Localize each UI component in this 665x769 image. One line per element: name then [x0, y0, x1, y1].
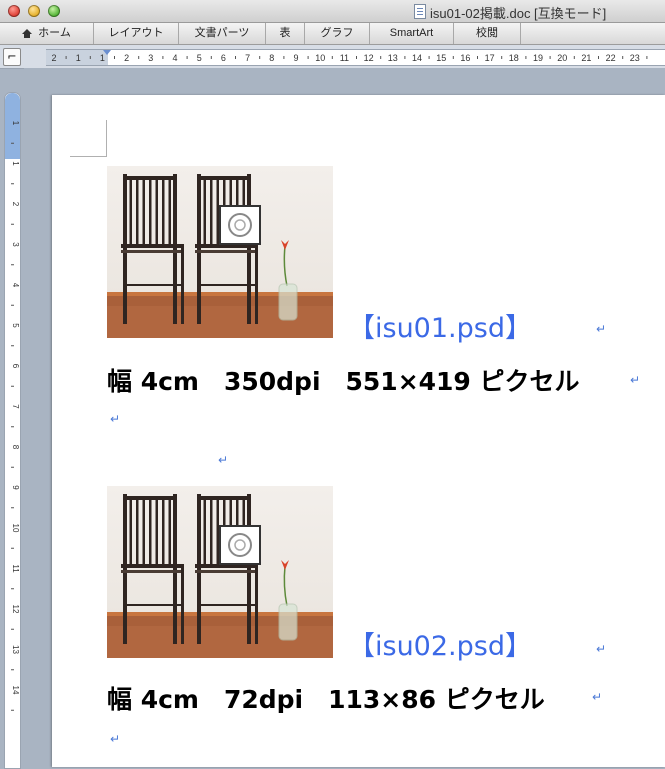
image-info-line: 幅 4cm 350dpi 551×419 ピクセル — [107, 367, 580, 396]
ruler-label: 1 — [100, 53, 105, 63]
ruler-label: 13 — [11, 645, 20, 654]
ruler-label: 12 — [364, 53, 374, 63]
tab-charts[interactable]: グラフ — [305, 23, 370, 44]
paragraph-mark: ↵ — [110, 732, 121, 746]
tab-smartart[interactable]: SmartArt — [370, 23, 454, 44]
vertical-ruler-ticks: 11234567891011121314 — [11, 121, 20, 711]
ruler-label: 21 — [581, 53, 591, 63]
home-icon — [22, 29, 33, 38]
ruler-label: 1 — [11, 161, 20, 166]
horizontal-ruler[interactable]: 2 1 1 2 3 4 5 6 7 8 9 10 11 12 13 14 15 16 17 18 19 20 21 22 23 — [46, 49, 665, 66]
tab-layout[interactable]: レイアウト — [94, 23, 179, 44]
ruler-label: 10 — [11, 524, 20, 533]
document-icon — [414, 4, 426, 19]
ruler-label: 5 — [11, 323, 20, 328]
tab-review-label: 校閲 — [476, 27, 498, 39]
caption-isu01: 【isu01.psd】 — [348, 313, 532, 344]
ruler-label: 13 — [388, 53, 398, 63]
chairs-photo[interactable] — [107, 166, 333, 338]
ruler-label: 14 — [412, 53, 422, 63]
horizontal-ruler-ticks: 2 1 1 2 3 4 5 6 7 8 9 10 11 12 13 14 15 16 17 18 19 20 21 22 23 — [51, 50, 648, 63]
ruler-label: 11 — [11, 564, 20, 573]
zoom-window-button[interactable] — [48, 5, 60, 17]
vertical-ruler[interactable]: 1 1 2 3 4 5 6 7 8 9 10 11 12 13 14 — [4, 92, 21, 769]
paragraph-mark: ↵ — [596, 322, 607, 336]
tab-document-parts-label: 文書パーツ — [194, 27, 250, 39]
paragraph-mark: ↵ — [596, 642, 607, 656]
ruler-label: 7 — [245, 53, 250, 63]
ruler-label: 15 — [436, 53, 446, 63]
chairs-photo[interactable] — [107, 486, 333, 658]
tab-charts-label: グラフ — [320, 27, 354, 39]
ruler-label: 14 — [11, 686, 20, 695]
ruler-label: 7 — [11, 404, 20, 409]
tab-table[interactable]: 表 — [266, 23, 305, 44]
ruler-label: 12 — [11, 605, 20, 614]
tab-smartart-label: SmartArt — [389, 27, 434, 39]
ruler-label: 9 — [293, 53, 298, 63]
ruler-label: 2 — [124, 53, 129, 63]
paragraph-mark: ↵ — [110, 412, 121, 426]
ruler-label: 16 — [460, 53, 470, 63]
paragraph-mark: ↵ — [592, 690, 603, 704]
tab-layout-label: レイアウト — [108, 27, 164, 39]
ruler-label: 6 — [221, 53, 226, 63]
margin-corner-mark — [70, 120, 107, 157]
ruler-label: 22 — [606, 53, 616, 63]
paragraph-mark: ↵ — [630, 373, 641, 387]
tab-document-parts[interactable]: 文書パーツ — [179, 23, 266, 44]
title-bar: isu01-02掲載.doc [互換モード] — [0, 0, 665, 23]
caption-isu02: 【isu02.psd】 — [348, 631, 532, 662]
close-window-button[interactable] — [8, 5, 20, 17]
ruler-label: 4 — [172, 53, 177, 63]
ruler-label: 23 — [630, 53, 640, 63]
ruler-label: 2 — [51, 53, 56, 63]
ruler-label: 18 — [509, 53, 519, 63]
ruler-label: 6 — [11, 364, 20, 369]
paragraph-mark: ↵ — [218, 453, 229, 467]
tab-stop-selector[interactable]: ⌐ — [3, 48, 21, 66]
ruler-label: 11 — [340, 53, 349, 63]
ribbon-tabs: ホーム レイアウト 文書パーツ 表 グラフ SmartArt 校閲 — [0, 23, 665, 45]
ruler-label: 3 — [148, 53, 153, 63]
ruler-label: 8 — [269, 53, 274, 63]
ruler-label: 8 — [11, 445, 20, 450]
ruler-bar: ⌐ 2 1 1 2 3 4 5 6 7 8 9 10 11 12 13 14 15 16 17 18 19 20 21 22 2… — [0, 45, 665, 69]
tab-home-label: ホーム — [38, 27, 71, 39]
ruler-label: 1 — [76, 53, 81, 63]
ruler-label: 17 — [485, 53, 495, 63]
ruler-label: 1 — [11, 121, 20, 126]
tab-home[interactable]: ホーム — [0, 23, 94, 44]
ruler-label: 9 — [11, 485, 20, 490]
tab-review[interactable]: 校閲 — [454, 23, 521, 44]
ruler-label: 20 — [557, 53, 567, 63]
ruler-label: 10 — [315, 53, 325, 63]
ruler-label: 2 — [11, 202, 20, 207]
minimize-window-button[interactable] — [28, 5, 40, 17]
ruler-label: 19 — [533, 53, 543, 63]
ruler-label: 4 — [11, 283, 20, 288]
window-title: isu01-02掲載.doc [互換モード] — [430, 6, 607, 21]
image-info-line: 幅 4cm 72dpi 113×86 ピクセル — [107, 685, 545, 714]
ruler-label: 3 — [11, 242, 20, 247]
ruler-label: 5 — [197, 53, 202, 63]
tab-table-label: 表 — [279, 27, 291, 39]
